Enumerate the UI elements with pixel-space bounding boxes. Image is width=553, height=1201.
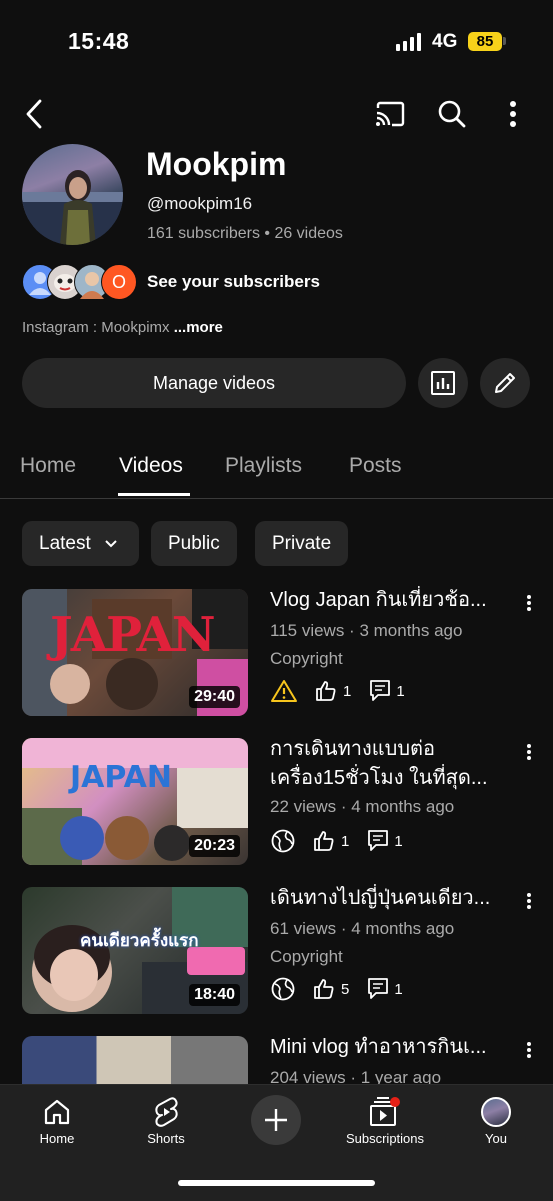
home-icon <box>44 1099 70 1125</box>
create-icon <box>265 1109 287 1131</box>
video-more-icon[interactable] <box>527 593 533 613</box>
tab-videos[interactable]: Videos <box>119 454 183 478</box>
video-item[interactable]: JAPAN 29:40 Vlog Japan กินเที่ยวช้อ... 1… <box>0 589 553 729</box>
nav-create[interactable] <box>231 1095 321 1145</box>
filter-latest-chip[interactable]: Latest <box>22 521 139 566</box>
video-thumbnail[interactable]: คนเดียวครั้งแรก 18:40 <box>22 887 248 1014</box>
channel-handle: @mookpim16 <box>147 194 253 213</box>
like-count: 1 <box>341 832 350 850</box>
channel-stats: 161 subscribers • 26 videos <box>147 225 343 242</box>
video-meta: 22 views · 4 months ago <box>270 797 455 816</box>
subscriber-avatars[interactable]: O <box>22 264 137 300</box>
nav-home[interactable]: Home <box>12 1093 102 1146</box>
chip-label: Latest <box>39 533 91 554</box>
channel-description[interactable]: Instagram : Mookpimx ...more <box>22 319 223 336</box>
tab-home[interactable]: Home <box>20 454 76 478</box>
video-more-icon[interactable] <box>527 1040 533 1060</box>
video-title-line-1[interactable]: การเดินทางแบบต่อ <box>270 735 515 764</box>
video-duration: 18:40 <box>189 984 240 1006</box>
like-count: 1 <box>343 682 352 700</box>
thumbnail-title: JAPAN <box>50 607 216 663</box>
you-avatar <box>481 1097 511 1127</box>
battery-icon: 85 <box>468 32 502 51</box>
chevron-down-icon <box>105 540 117 548</box>
nav-label: Shorts <box>147 1131 185 1146</box>
video-actions: 1 1 <box>270 828 421 854</box>
video-more-icon[interactable] <box>527 891 533 911</box>
channel-name: Mookpim <box>146 146 287 182</box>
nav-label: Subscriptions <box>345 1131 425 1146</box>
video-duration: 20:23 <box>189 835 240 857</box>
video-meta: 115 views · 3 months ago <box>270 621 463 640</box>
video-actions: 5 1 <box>270 976 421 1002</box>
description-text: Instagram : Mookpimx <box>22 319 170 336</box>
active-tab-indicator <box>118 493 190 496</box>
video-title[interactable]: Vlog Japan กินเที่ยวช้อ... <box>270 586 515 615</box>
comment-icon <box>370 680 391 701</box>
manage-videos-button[interactable]: Manage videos <box>22 358 406 408</box>
nav-you[interactable]: You <box>451 1093 541 1146</box>
warning-icon <box>271 680 297 702</box>
video-thumbnail[interactable]: JAPAN 20:23 <box>22 738 248 865</box>
filter-public-chip[interactable]: Public <box>151 521 237 566</box>
like-icon <box>314 979 334 999</box>
status-time: 15:48 <box>68 28 130 54</box>
comment-count: 1 <box>394 832 403 850</box>
video-copyright: Copyright <box>270 649 343 668</box>
video-thumbnail[interactable]: JAPAN 29:40 <box>22 589 248 716</box>
tab-playlists[interactable]: Playlists <box>225 454 302 478</box>
thumbnail-title: คนเดียวครั้งแรก <box>80 931 199 950</box>
more-link[interactable]: ...more <box>174 319 223 336</box>
comment-count: 1 <box>396 682 405 700</box>
shorts-icon <box>155 1097 178 1127</box>
see-subscribers-link[interactable]: See your subscribers <box>147 272 320 292</box>
video-meta: 204 views · 1 year ago <box>270 1068 442 1084</box>
video-title[interactable]: เดินทางไปญี่ปุ่นคนเดียว... <box>270 884 515 913</box>
nav-subscriptions[interactable]: Subscriptions <box>340 1093 430 1146</box>
filter-private-chip[interactable]: Private <box>255 521 349 566</box>
nav-label: Home <box>39 1131 75 1146</box>
video-copyright: Copyright <box>270 947 343 966</box>
like-icon <box>314 831 334 851</box>
like-count: 5 <box>341 980 350 998</box>
channel-avatar[interactable] <box>22 144 123 245</box>
nav-label: You <box>485 1131 507 1146</box>
analytics-icon <box>431 371 455 395</box>
home-indicator[interactable] <box>178 1180 375 1186</box>
video-item[interactable]: JAPAN 20:23 การเดินทางแบบต่อ เครื่อง15ชั… <box>0 738 553 878</box>
video-duration: 29:40 <box>189 686 240 708</box>
subscriber-count-badge: O <box>101 264 137 300</box>
video-item[interactable]: Mini vlog ทำอาหารกินเ... 204 views · 1 y… <box>0 1036 553 1084</box>
back-icon[interactable] <box>22 98 46 135</box>
globe-icon <box>271 977 295 1001</box>
like-icon <box>316 681 336 701</box>
cast-icon[interactable] <box>374 100 406 133</box>
edit-channel-button[interactable] <box>480 358 530 408</box>
battery-tip <box>503 37 506 45</box>
more-options-icon[interactable] <box>509 100 517 133</box>
channel-tabs: Home Videos Playlists Posts <box>0 446 553 499</box>
analytics-button[interactable] <box>418 358 468 408</box>
pencil-icon <box>495 373 515 393</box>
subscriptions-icon <box>370 1097 400 1126</box>
search-icon[interactable] <box>437 99 467 134</box>
globe-icon <box>271 829 295 853</box>
video-meta: 61 views · 4 months ago <box>270 919 455 938</box>
video-thumbnail[interactable] <box>22 1036 248 1084</box>
comment-icon <box>368 830 389 851</box>
video-title-line-2[interactable]: เครื่อง15ชั่วโมง ในที่สุด... <box>270 764 515 793</box>
signal-icon <box>396 33 421 51</box>
thumbnail-title: JAPAN <box>70 760 172 795</box>
video-more-icon[interactable] <box>527 742 533 762</box>
tab-posts[interactable]: Posts <box>349 454 402 478</box>
video-title[interactable]: Mini vlog ทำอาหารกินเ... <box>270 1036 515 1062</box>
comment-icon <box>368 978 389 999</box>
video-item[interactable]: คนเดียวครั้งแรก 18:40 เดินทางไปญี่ปุ่นคน… <box>0 887 553 1027</box>
comment-count: 1 <box>394 980 403 998</box>
video-actions: 1 1 <box>270 678 423 704</box>
status-bar: 15:48 4G 85 <box>0 0 553 80</box>
network-label: 4G <box>432 31 458 52</box>
nav-shorts[interactable]: Shorts <box>121 1093 211 1146</box>
